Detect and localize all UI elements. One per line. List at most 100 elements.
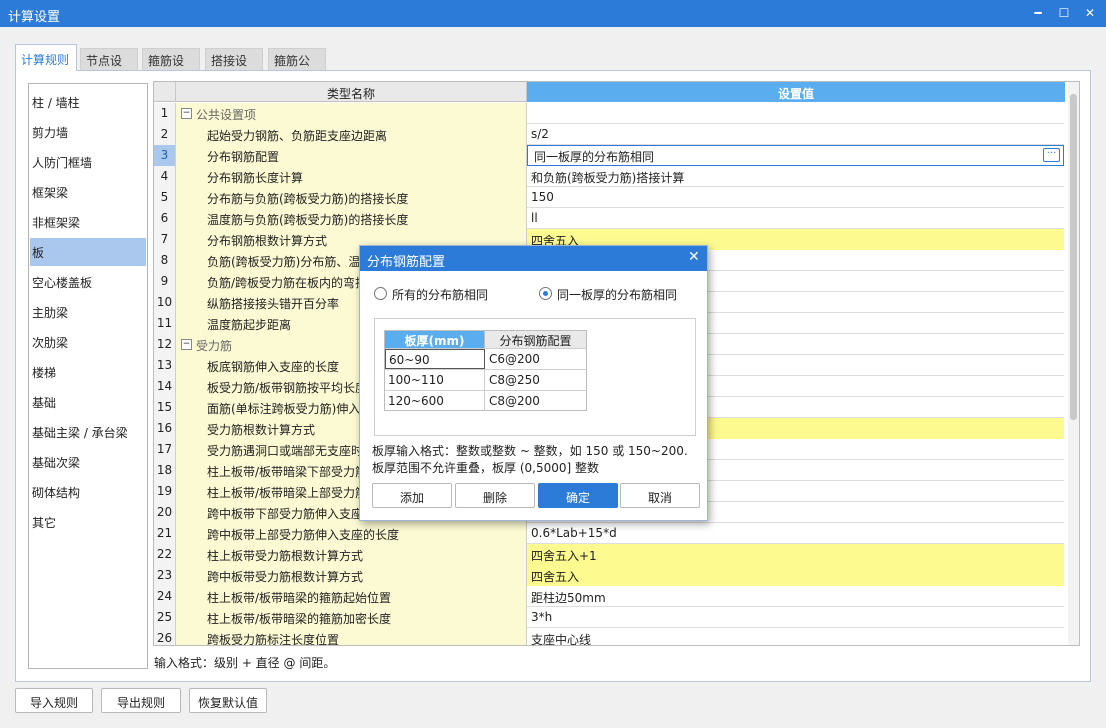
dialog-title: 分布钢筋配置 [367, 255, 446, 270]
setting-value-cell[interactable]: 距柱边50mm [527, 586, 1064, 607]
delete-button[interactable]: 删除 [455, 483, 535, 508]
type-name-cell[interactable]: 柱上板带受力筋根数计算方式 [176, 544, 527, 565]
type-name-text: 分布钢筋根数计算方式 [207, 234, 328, 248]
setting-value-text: 距柱边50mm [531, 591, 606, 605]
tab-calc-rules[interactable]: 计算规则 [15, 44, 77, 71]
config-cell[interactable]: C8@250 [485, 370, 586, 390]
scrollbar-thumb[interactable] [1070, 94, 1077, 420]
table-row[interactable]: 120~600 C8@200 [385, 390, 586, 411]
table-row[interactable]: 5 分布筋与负筋(跨板受力筋)的搭接长度 150 [154, 187, 1064, 208]
row-number: 22 [154, 544, 176, 565]
ellipsis-icon[interactable]: ··· [1043, 148, 1060, 162]
dialog-close-icon[interactable]: ✕ [688, 249, 700, 265]
maximize-icon[interactable]: ☐ [1054, 4, 1074, 22]
table-row[interactable]: 22 柱上板带受力筋根数计算方式 四舍五入+1 [154, 544, 1064, 565]
type-name-cell[interactable]: 起始受力钢筋、负筋距支座边距离 [176, 124, 527, 145]
sidebar-item[interactable]: 人防门框墙 [30, 148, 146, 176]
tab-lap-settings[interactable]: 搭接设置 [205, 48, 263, 85]
ok-button[interactable]: 确定 [538, 483, 618, 508]
sidebar-item[interactable]: 楼梯 [30, 358, 146, 386]
row-number: 16 [154, 418, 176, 439]
sidebar-item[interactable]: 空心楼盖板 [30, 268, 146, 296]
sidebar-item[interactable]: 板 [30, 238, 146, 266]
type-name-cell[interactable]: 分布钢筋配置 [176, 145, 527, 166]
radio-all-same-circle[interactable] [374, 287, 387, 300]
config-cell[interactable]: C8@200 [485, 391, 586, 411]
sidebar-item[interactable]: 主肋梁 [30, 298, 146, 326]
table-row[interactable]: 6 温度筋与负筋(跨板受力筋)的搭接长度 ll [154, 208, 1064, 229]
add-button[interactable]: 添加 [372, 483, 452, 508]
tab-node-settings[interactable]: 节点设置 [80, 48, 138, 85]
sidebar-item[interactable]: 非框架梁 [30, 208, 146, 236]
setting-value-cell[interactable]: 和负筋(跨板受力筋)搭接计算 [527, 166, 1064, 187]
setting-value-cell[interactable]: 四舍五入 [527, 565, 1064, 586]
type-name-cell[interactable]: 跨中板带上部受力筋伸入支座的长度 [176, 523, 527, 544]
table-row[interactable]: 100~110 C8@250 [385, 369, 586, 390]
collapse-toggle-icon[interactable]: − [181, 339, 192, 350]
restore-defaults-button[interactable]: 恢复默认值 [189, 688, 267, 713]
type-name-cell[interactable]: 柱上板带/板带暗梁的箍筋起始位置 [176, 586, 527, 607]
radio-same-thickness[interactable]: 同一板厚的分布筋相同 [539, 286, 699, 302]
setting-value-cell[interactable]: 0.6*Lab+15*d [527, 523, 1064, 544]
table-row[interactable]: 23 跨中板带受力筋根数计算方式 四舍五入 [154, 565, 1064, 586]
table-row[interactable]: 21 跨中板带上部受力筋伸入支座的长度 0.6*Lab+15*d [154, 523, 1064, 544]
distribution-rebar-dialog: 分布钢筋配置 ✕ 所有的分布筋相同 同一板厚的分布筋相同 板厚(mm) 分布钢筋… [359, 245, 708, 521]
sidebar-item[interactable]: 其它 [30, 508, 146, 536]
collapse-toggle-icon[interactable]: − [181, 108, 192, 119]
setting-value-cell[interactable]: 四舍五入+1 [527, 544, 1064, 565]
thickness-cell[interactable]: 100~110 [385, 370, 485, 390]
table-row[interactable]: 25 柱上板带/板带暗梁的箍筋加密长度 3*h [154, 607, 1064, 628]
table-row[interactable]: 26 跨板受力筋标注长度位置 支座中心线 [154, 628, 1064, 646]
config-cell[interactable]: C6@200 [485, 349, 586, 369]
radio-all-same[interactable]: 所有的分布筋相同 [374, 286, 524, 302]
setting-value-cell[interactable]: ll [527, 208, 1064, 229]
type-name-cell[interactable]: 柱上板带/板带暗梁的箍筋加密长度 [176, 607, 527, 628]
type-name-cell[interactable]: 温度筋与负筋(跨板受力筋)的搭接长度 [176, 208, 527, 229]
row-number: 23 [154, 565, 176, 586]
sidebar-item[interactable]: 基础 [30, 388, 146, 416]
group-name-cell[interactable]: − 公共设置项 [176, 103, 527, 124]
table-row[interactable]: 4 分布钢筋长度计算 和负筋(跨板受力筋)搭接计算 [154, 166, 1064, 187]
sidebar-item[interactable]: 砌体结构 [30, 478, 146, 506]
sidebar-item[interactable]: 基础次梁 [30, 448, 146, 476]
radio-same-thickness-circle[interactable] [539, 287, 552, 300]
cancel-button[interactable]: 取消 [620, 483, 700, 508]
thickness-cell[interactable]: 60~90 [385, 349, 485, 369]
close-icon[interactable]: ✕ [1080, 4, 1100, 22]
minimize-icon[interactable]: ━ [1028, 4, 1048, 22]
setting-value-cell[interactable]: 支座中心线 [527, 628, 1064, 646]
type-name-cell[interactable]: 分布筋与负筋(跨板受力筋)的搭接长度 [176, 187, 527, 208]
setting-value-text: 支座中心线 [531, 633, 592, 646]
type-name-text: 受力筋根数计算方式 [207, 423, 316, 437]
sidebar-item[interactable]: 柱 / 墙柱 [30, 88, 146, 116]
row-number: 15 [154, 397, 176, 418]
setting-value-cell[interactable]: 同一板厚的分布筋相同 ··· [527, 145, 1064, 166]
sidebar-item[interactable]: 剪力墙 [30, 118, 146, 146]
type-name-cell[interactable]: 分布钢筋长度计算 [176, 166, 527, 187]
dialog-title-bar: 分布钢筋配置 ✕ [360, 246, 707, 271]
type-name-text: 分布钢筋长度计算 [207, 171, 304, 185]
vertical-scrollbar[interactable] [1068, 82, 1079, 645]
radio-same-thickness-label: 同一板厚的分布筋相同 [557, 288, 678, 302]
import-rules-button[interactable]: 导入规则 [15, 688, 93, 713]
type-name-text: 柱上板带受力筋根数计算方式 [207, 549, 364, 563]
type-name-cell[interactable]: 跨板受力筋标注长度位置 [176, 628, 527, 645]
table-row[interactable]: 60~90 C6@200 [385, 348, 586, 369]
setting-value-cell[interactable]: 3*h [527, 607, 1064, 628]
setting-value-cell[interactable] [527, 103, 1064, 124]
sidebar-item[interactable]: 框架梁 [30, 178, 146, 206]
tab-stirrup-settings[interactable]: 箍筋设置 [142, 48, 200, 85]
type-name-cell[interactable]: 跨中板带受力筋根数计算方式 [176, 565, 527, 586]
table-row[interactable]: 1− 公共设置项 [154, 103, 1064, 124]
row-number: 25 [154, 607, 176, 628]
sidebar-item[interactable]: 基础主梁 / 承台梁 [30, 418, 146, 446]
table-row[interactable]: 24 柱上板带/板带暗梁的箍筋起始位置 距柱边50mm [154, 586, 1064, 607]
table-row[interactable]: 2 起始受力钢筋、负筋距支座边距离 s/2 [154, 124, 1064, 145]
export-rules-button[interactable]: 导出规则 [101, 688, 181, 713]
table-row[interactable]: 3 分布钢筋配置 同一板厚的分布筋相同 ··· [154, 145, 1064, 166]
setting-value-cell[interactable]: 150 [527, 187, 1064, 208]
thickness-cell[interactable]: 120~600 [385, 391, 485, 411]
sidebar-item[interactable]: 次肋梁 [30, 328, 146, 356]
tab-stirrup-formula[interactable]: 箍筋公式 [268, 48, 326, 85]
setting-value-cell[interactable]: s/2 [527, 124, 1064, 145]
